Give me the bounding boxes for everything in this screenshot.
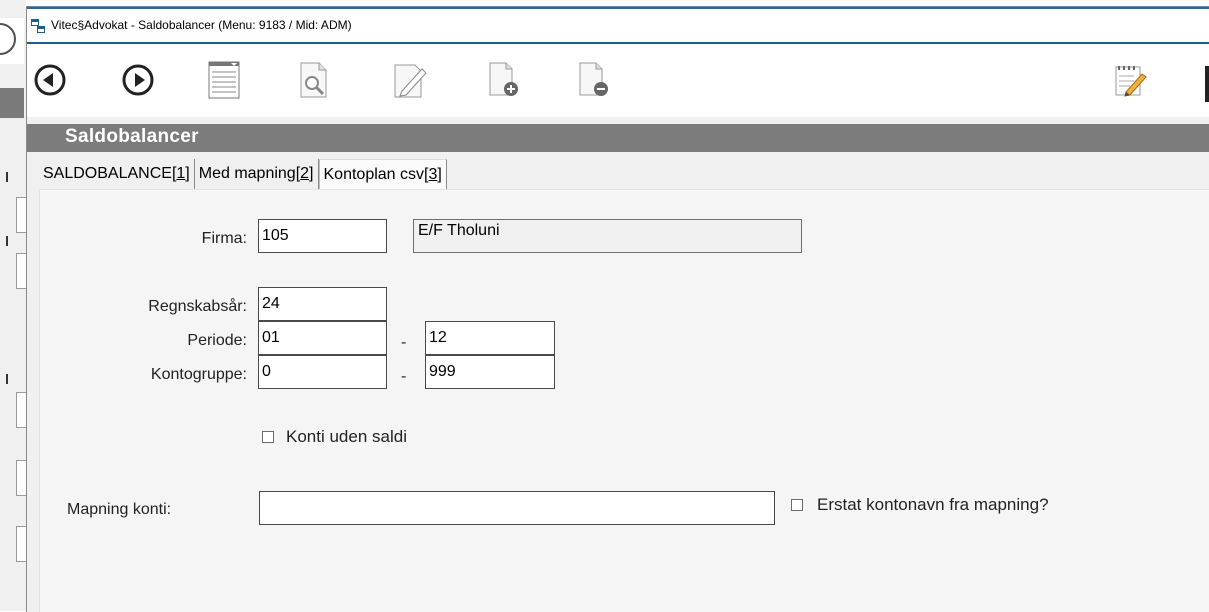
kontogruppe-label: Kontogruppe:: [150, 366, 247, 383]
back-button[interactable]: [31, 60, 69, 100]
kontogruppe-to-input[interactable]: [425, 355, 555, 389]
app-icon: [31, 19, 45, 33]
kontogruppe-from-input[interactable]: [258, 355, 387, 389]
background-window-edge: [0, 0, 30, 611]
toolbar-edge: [1205, 66, 1209, 102]
firma-input[interactable]: [258, 219, 387, 253]
forward-arrow-icon: [122, 64, 154, 96]
list-document-icon: [208, 61, 240, 99]
back-arrow-icon: [34, 64, 66, 96]
tab-2[interactable]: Med mapning[2]: [194, 159, 319, 189]
periode-from-input[interactable]: [258, 321, 387, 355]
erstat-kontonavn-checkbox[interactable]: [791, 499, 803, 511]
periode-to-input[interactable]: [425, 321, 555, 355]
new-button[interactable]: [485, 60, 523, 100]
search-button[interactable]: [295, 60, 333, 100]
app-window: Vitec§Advokat - Saldobalancer (Menu: 918…: [26, 6, 1209, 612]
new-document-icon: [489, 62, 518, 96]
delete-button[interactable]: [575, 60, 613, 100]
notepad-icon: [1115, 66, 1147, 97]
toolbar: [27, 44, 1209, 117]
edit-document-icon: [394, 64, 427, 98]
firma-label: Firma:: [201, 230, 247, 247]
edit-button[interactable]: [391, 60, 429, 100]
tab-1[interactable]: SALDOBALANCE[1]: [39, 159, 195, 189]
firma-name-display: E/F Tholuni: [413, 219, 802, 253]
erstat-kontonavn-label: Erstat kontonavn fra mapning?: [817, 495, 1049, 514]
tab-bar: SALDOBALANCE[1] Med mapning[2] Kontoplan c…: [39, 159, 447, 190]
konti-uden-saldi-checkbox[interactable]: [262, 431, 274, 443]
forward-button[interactable]: [119, 60, 157, 100]
delete-document-icon: [579, 62, 608, 96]
periode-label: Periode:: [187, 332, 247, 349]
search-document-icon: [300, 62, 327, 98]
section-header: Saldobalancer: [27, 124, 1209, 152]
window-title: Vitec§Advokat - Saldobalancer (Menu: 918…: [51, 18, 352, 32]
tab-3[interactable]: Kontoplan csv[3]: [318, 159, 447, 190]
kontogruppe-separator: -: [401, 368, 407, 385]
notes-button[interactable]: [1111, 60, 1149, 100]
mapning-konti-input[interactable]: [259, 491, 775, 525]
mapning-konti-label: Mapning konti:: [67, 501, 172, 518]
konti-uden-saldi-label: Konti uden saldi: [286, 427, 407, 446]
title-bar: Vitec§Advokat - Saldobalancer (Menu: 918…: [27, 7, 1209, 44]
regnskabsaar-input[interactable]: [258, 287, 387, 321]
section-title: Saldobalancer: [65, 126, 199, 147]
regnskabsaar-label: Regnskabsår:: [148, 298, 247, 315]
form-panel: [39, 190, 1209, 612]
list-button[interactable]: [205, 60, 243, 100]
periode-separator: -: [401, 334, 407, 351]
